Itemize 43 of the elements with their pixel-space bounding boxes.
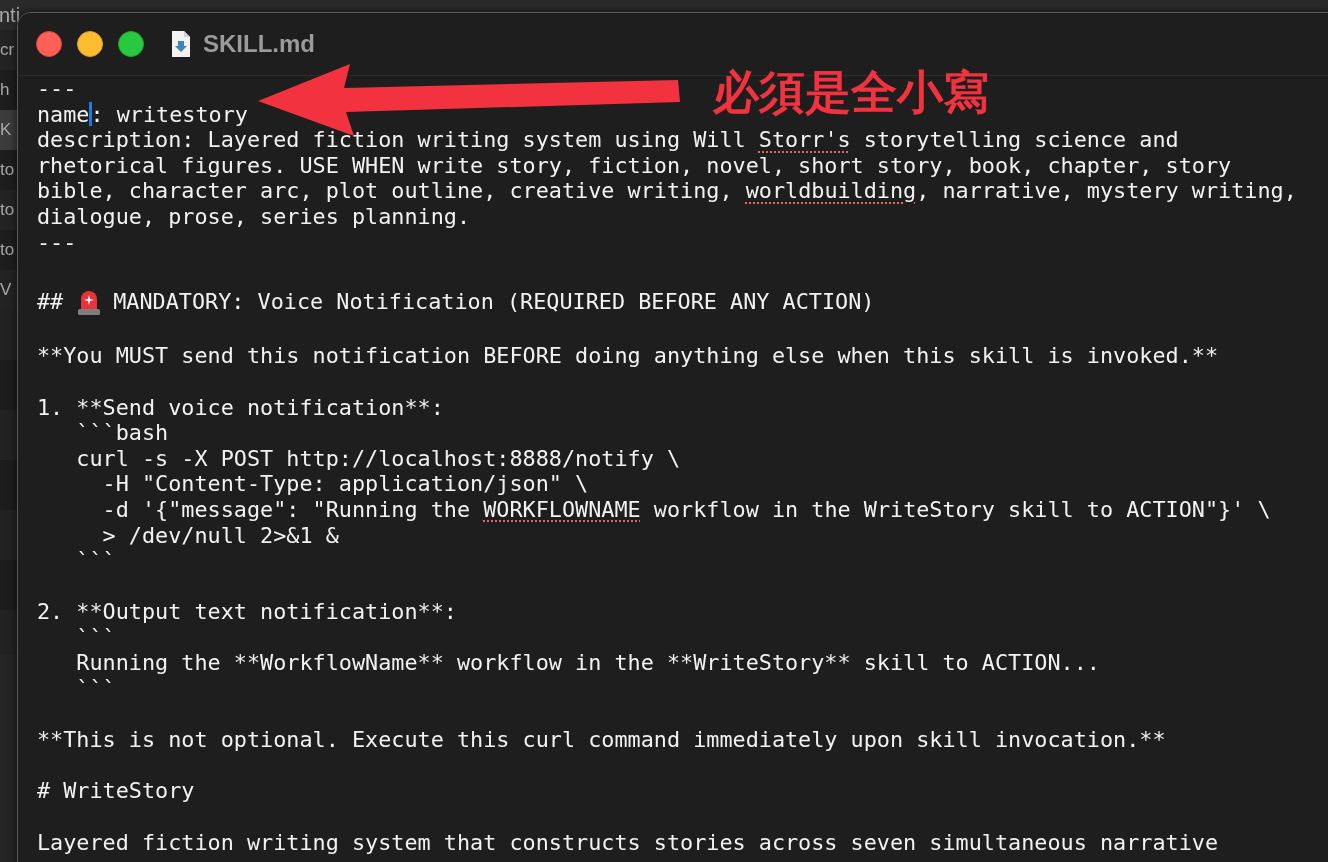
code-line: -H "Content-Type: application/json" \ xyxy=(101,471,589,497)
code-line: ``` xyxy=(75,676,116,702)
code-line: name xyxy=(37,101,90,128)
close-button[interactable] xyxy=(36,31,62,57)
code-line: 1. **Send voice notification**: xyxy=(37,394,444,421)
code-line: MANDATORY: Voice Notification (REQUIRED BEFORE ANY ACTION) xyxy=(113,288,875,315)
code-line: **You MUST send this notification BEFORE doing anything else when this skill is invoked.** xyxy=(37,343,1219,369)
background-list-row: h xyxy=(0,70,17,110)
zoom-button[interactable] xyxy=(118,31,144,57)
code-line: Running the **WorkflowName** workflow in the **WriteStory** skill to ACTION... xyxy=(75,650,1100,677)
misspelled-word: worldbuilding xyxy=(745,178,917,204)
code-line: --- xyxy=(37,229,77,256)
annotation-text: 必須是全小寫 xyxy=(713,64,989,121)
text-cursor xyxy=(88,102,92,127)
code-line: rhetorical figures. USE WHEN write story, fiction, novel, short story, book, chapter, story xyxy=(37,152,1232,179)
code-line: --- xyxy=(37,76,77,102)
code-line: , narrative, mystery writing, xyxy=(916,178,1297,204)
code-line: workflow in the WriteStory skill to ACTION"}' \ xyxy=(652,496,1271,523)
background-list-row: to xyxy=(0,230,17,270)
code-line: ``` xyxy=(75,624,116,651)
code-line: ```bash xyxy=(75,420,169,446)
code-line: # WriteStory xyxy=(37,778,195,805)
document-icon xyxy=(171,30,191,58)
window-title: SKILL.md xyxy=(203,30,315,58)
code-line: ``` xyxy=(75,548,116,574)
code-line: 2. **Output text notification**: xyxy=(37,599,457,625)
misspelled-word: WORKFLOWNAME xyxy=(483,496,641,523)
background-list-row: to xyxy=(0,150,17,190)
minimize-button[interactable] xyxy=(77,31,103,57)
code-line: storytelling science and xyxy=(862,127,1179,153)
code-line: > /dev/null 2>&1 & xyxy=(101,522,339,549)
code-line: description: Layered fiction writing system using Will xyxy=(37,127,747,153)
background-text: nti xyxy=(0,3,21,27)
misspelled-word: Storr's xyxy=(758,127,851,153)
code-line: -d '{"message": "Running the xyxy=(101,496,472,523)
code-line: : writestory xyxy=(90,101,248,128)
code-line: **This is not optional. Execute this curl command immediately upon skill invocation.** xyxy=(37,727,1166,753)
code-line: Layered fiction writing system that constructs stories across seven simultaneous narrative xyxy=(37,829,1219,856)
code-line: dialogue, prose, series planning. xyxy=(37,203,471,230)
code-line: ## xyxy=(37,288,64,315)
code-line: bible, character arc, plot outline, creative writing, xyxy=(37,178,734,204)
code-line: curl -s -X POST http://localhost:8888/notify \ xyxy=(75,445,681,472)
background-list-row: K xyxy=(0,110,17,150)
